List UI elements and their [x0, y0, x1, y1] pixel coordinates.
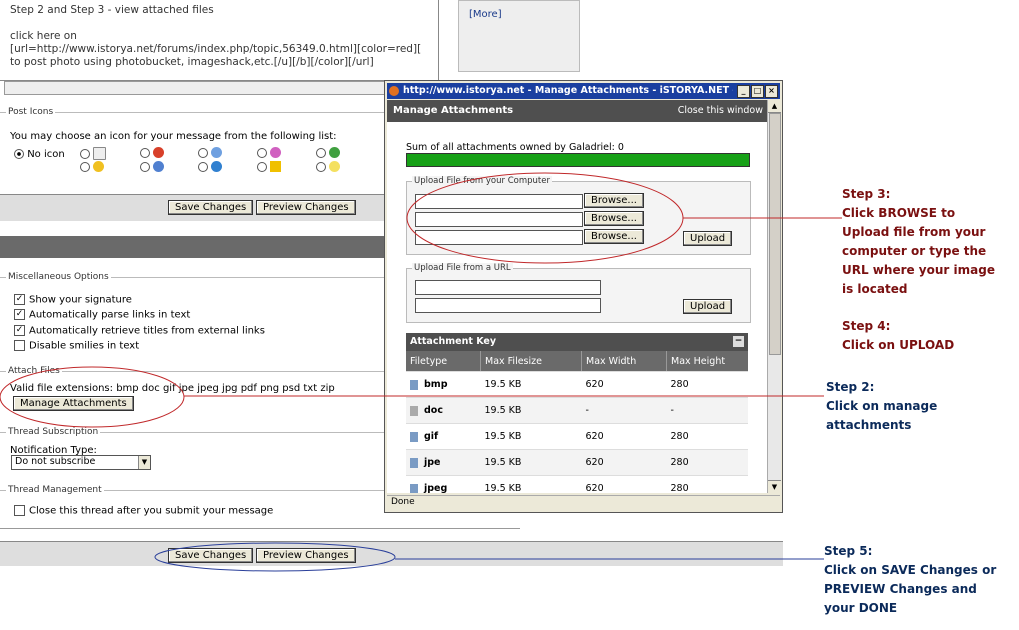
- step4-annotation: Step 4: Click on UPLOAD: [842, 319, 955, 352]
- manage-attachments-ellipse: [0, 366, 185, 428]
- annotation-overlay: [0, 172, 842, 572]
- step2-annotation: Step 2: Click on manage attachments: [826, 380, 938, 432]
- step3-annotation: Step 3: Click BROWSE to Upload file from y…: [842, 187, 995, 296]
- save-preview-ellipse: [154, 542, 396, 572]
- step5-annotation: Step 5: Click on SAVE Changes or PREVIEW C…: [824, 544, 997, 615]
- browse-highlight-ellipse: [406, 172, 684, 264]
